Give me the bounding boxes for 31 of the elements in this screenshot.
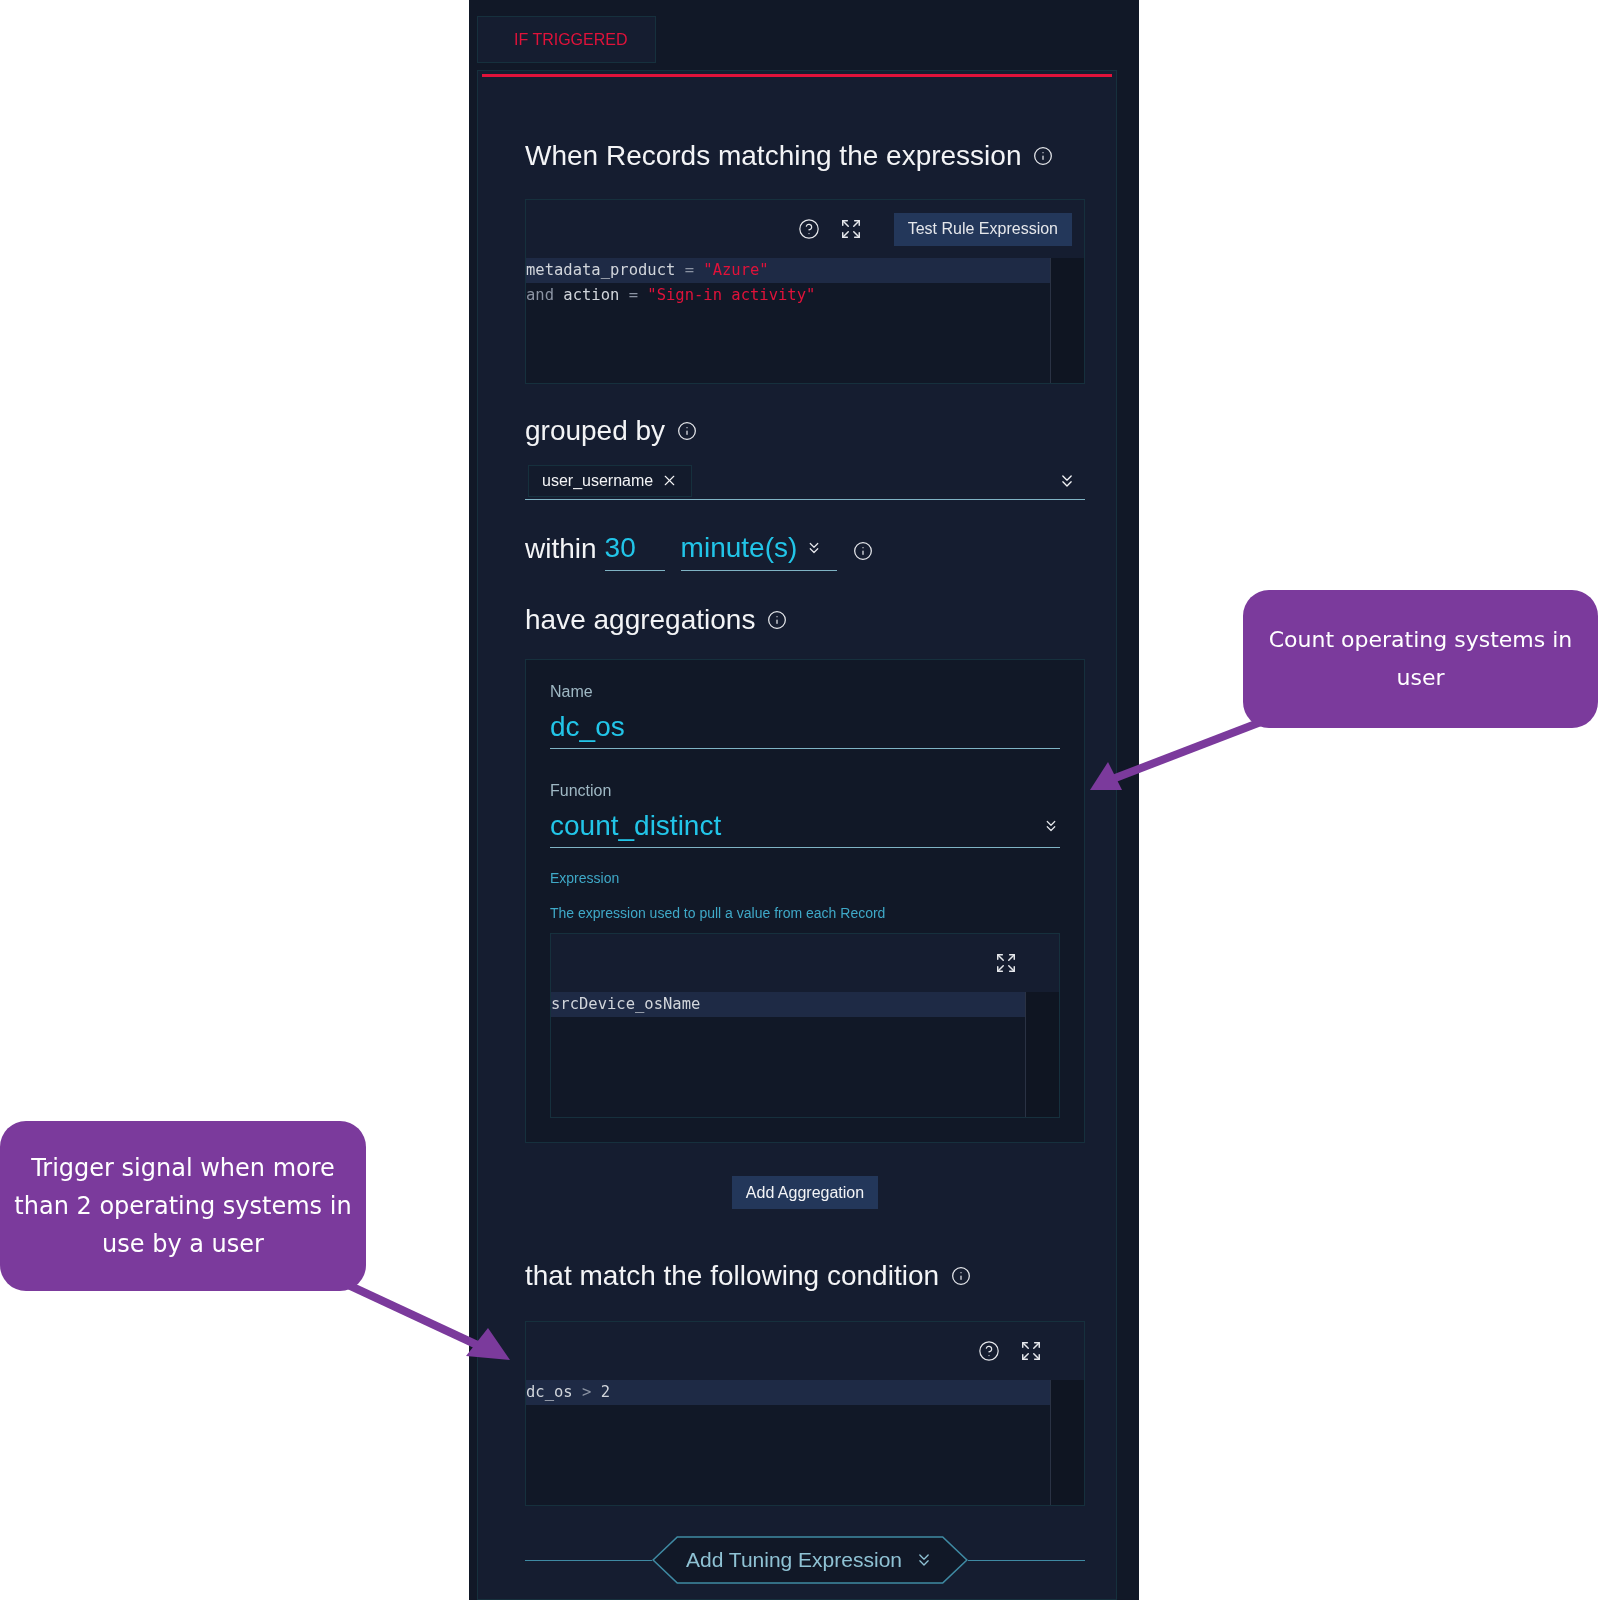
info-icon[interactable] (767, 610, 788, 630)
add-aggregation-button[interactable]: Add Aggregation (731, 1176, 879, 1209)
code-line: and action = "Sign-in activity" (526, 285, 817, 306)
test-rule-button[interactable]: Test Rule Expression (893, 212, 1072, 246)
info-icon[interactable] (677, 421, 698, 441)
section-heading: have aggregations (525, 603, 756, 637)
help-icon[interactable] (978, 1340, 1000, 1362)
section-heading: When Records matching the expression (525, 139, 1022, 173)
section-heading: that match the following condition (525, 1259, 940, 1293)
add-tuning-button[interactable]: Add Tuning Expression (652, 1536, 968, 1584)
info-icon[interactable] (852, 541, 873, 561)
info-icon[interactable] (1033, 146, 1054, 166)
time-unit-select[interactable]: minute(s) (680, 530, 837, 571)
callout: Trigger signal when more than 2 operating systems in use by a user (0, 1121, 366, 1291)
window-value-field[interactable]: 30 (604, 530, 665, 571)
chip-label: user_username (542, 470, 654, 491)
expand-icon[interactable] (839, 218, 862, 240)
within-label: within (525, 532, 597, 566)
field-label: Function (550, 781, 613, 801)
expand-icon[interactable] (995, 952, 1017, 974)
field-label: Expression (550, 869, 621, 888)
group-by-select[interactable]: user_username (525, 462, 1085, 500)
info-icon[interactable] (951, 1266, 972, 1286)
field-label: Name (550, 682, 594, 702)
help-text: The expression used to pull a value from each Record (550, 904, 887, 923)
section-heading: grouped by (525, 414, 666, 448)
expand-icon[interactable] (1020, 1340, 1042, 1362)
help-icon[interactable] (797, 218, 820, 240)
function-select[interactable]: count_distinct (550, 807, 1060, 848)
name-field[interactable]: dc_os (550, 708, 1060, 749)
callout: Count operating systems in user (1243, 590, 1598, 728)
